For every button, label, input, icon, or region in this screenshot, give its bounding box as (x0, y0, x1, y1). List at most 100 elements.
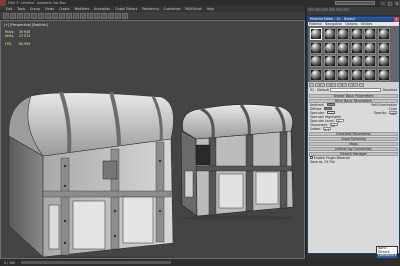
menu-group[interactable]: Group (30, 7, 40, 11)
menu-views[interactable]: Views (45, 7, 54, 11)
material-sample-slot[interactable] (350, 41, 363, 54)
material-sample-slot[interactable] (364, 41, 376, 54)
dx-save-button[interactable]: Save as .FX File (310, 160, 335, 164)
material-sample-slot[interactable] (377, 55, 390, 67)
minimize-button[interactable]: – (380, 0, 386, 6)
assign-to-selection-icon[interactable] (320, 82, 325, 87)
snap-icon[interactable] (66, 12, 72, 19)
material-editor-close-button[interactable]: x (394, 17, 399, 22)
put-to-scene-icon[interactable] (314, 82, 320, 87)
material-sample-slot[interactable] (377, 41, 390, 54)
opacity-value[interactable]: 100 (389, 111, 397, 116)
menu-tools[interactable]: Tools (17, 7, 25, 11)
material-sample-slot[interactable] (364, 55, 376, 67)
scale-icon[interactable] (59, 12, 65, 19)
align-icon[interactable] (87, 12, 93, 19)
ambient-swatch[interactable] (326, 103, 335, 106)
material-sample-slot[interactable] (377, 28, 390, 40)
motion-tab-icon[interactable] (329, 8, 335, 11)
menu-animation[interactable]: Animation (94, 7, 110, 11)
dropdown-option-standardfx[interactable]: StandardFX (377, 254, 397, 258)
glossiness-value[interactable]: 10 (329, 123, 338, 128)
material-sample-slot[interactable] (323, 68, 336, 81)
go-to-parent-icon[interactable] (358, 82, 364, 87)
reset-map-icon[interactable] (325, 82, 331, 87)
large-chest[interactable] (8, 91, 181, 259)
material-sample-slot[interactable] (323, 41, 336, 54)
material-sample-slot[interactable] (364, 28, 376, 40)
rotate-icon[interactable] (52, 12, 58, 19)
material-sample-slot[interactable] (310, 55, 322, 67)
close-button[interactable]: × (394, 0, 400, 6)
material-type-button[interactable]: Standard (382, 88, 397, 92)
diffuse-swatch[interactable] (324, 107, 333, 110)
hierarchy-tab-icon[interactable] (322, 8, 328, 11)
menu-edit[interactable]: Edit (6, 7, 12, 11)
me-menu-utilities[interactable]: Utilities (360, 22, 372, 26)
select-by-name-icon[interactable] (38, 12, 44, 19)
material-sample-slot[interactable] (337, 68, 349, 81)
material-sample-slot[interactable] (377, 68, 390, 81)
me-menu-options[interactable]: Options (345, 22, 357, 26)
angle-snap-icon[interactable] (73, 12, 79, 19)
search-input[interactable] (335, 1, 375, 5)
maps-rollout[interactable]: Maps (309, 141, 398, 146)
time-slider[interactable] (21, 261, 172, 264)
material-sample-slot[interactable] (337, 55, 349, 67)
material-id-icon[interactable] (342, 82, 347, 87)
me-menu-navigation[interactable]: Navigation (325, 22, 342, 26)
menu-help[interactable]: Help (207, 7, 214, 11)
unlink-icon[interactable] (24, 12, 30, 19)
render-icon[interactable] (122, 12, 128, 19)
material-sample-slot[interactable] (310, 68, 322, 81)
spec-level-value[interactable]: 0 (336, 119, 345, 124)
material-editor-icon[interactable] (108, 12, 114, 19)
soften-value[interactable]: 0.1 (323, 127, 332, 132)
material-sample-slot[interactable] (310, 41, 322, 54)
mirror-icon[interactable] (80, 12, 86, 19)
maximize-button[interactable]: □ (387, 0, 393, 6)
shader-basic-rollout[interactable]: Shader Basic Parameters (309, 93, 398, 98)
display-tab-icon[interactable] (336, 8, 342, 11)
get-material-icon[interactable] (309, 82, 314, 87)
material-sample-slot[interactable] (310, 28, 322, 40)
curve-editor-icon[interactable] (101, 12, 107, 19)
show-end-result-icon[interactable] (353, 82, 358, 87)
material-sample-slot[interactable] (350, 68, 363, 81)
treasure-chest-models[interactable] (1, 21, 305, 259)
small-chest[interactable] (180, 104, 294, 221)
show-map-icon[interactable] (347, 82, 353, 87)
render-setup-icon[interactable] (115, 12, 121, 19)
extended-params-rollout[interactable]: Extended Parameters (309, 131, 398, 136)
select-icon[interactable] (31, 12, 37, 19)
make-unique-icon[interactable] (331, 82, 336, 87)
menu-modifiers[interactable]: Modifiers (75, 7, 90, 11)
move-icon[interactable] (45, 12, 51, 19)
perspective-viewport[interactable]: [+] [Perspective] [Realistic] Polys: 39 6… (0, 20, 305, 259)
menu-graph-editors[interactable]: Graph Editors (115, 7, 137, 11)
material-sample-slot[interactable] (337, 28, 349, 40)
redo-icon[interactable] (10, 12, 16, 19)
menu-customize[interactable]: Customize (164, 7, 181, 11)
menu-create[interactable]: Create (59, 7, 70, 11)
layer-icon[interactable] (94, 12, 100, 19)
material-sample-slot[interactable] (323, 28, 336, 40)
put-to-library-icon[interactable] (336, 82, 342, 87)
material-sample-slot[interactable] (350, 28, 363, 40)
link-icon[interactable] (17, 12, 23, 19)
utilities-tab-icon[interactable] (343, 8, 349, 11)
material-sample-slot[interactable] (364, 68, 376, 81)
material-name-field[interactable] (329, 88, 382, 92)
undo-icon[interactable] (3, 12, 9, 19)
material-sample-slot[interactable] (337, 41, 349, 54)
material-sample-slot[interactable] (323, 55, 336, 67)
material-name[interactable]: 01 - Default (310, 88, 329, 92)
supersampling-rollout[interactable]: SuperSampling (309, 136, 398, 141)
create-tab-icon[interactable] (308, 8, 314, 11)
me-menu-material[interactable]: Material (309, 22, 322, 26)
menu-maxscript[interactable]: MAXScript (185, 7, 201, 11)
modify-tab-icon[interactable] (315, 8, 321, 11)
mental-ray-rollout[interactable]: mental ray Connection (309, 146, 398, 151)
material-sample-slot[interactable] (350, 55, 363, 67)
dx-plugin-dropdown-list[interactable]: None DirectX StandardFX (376, 246, 398, 259)
